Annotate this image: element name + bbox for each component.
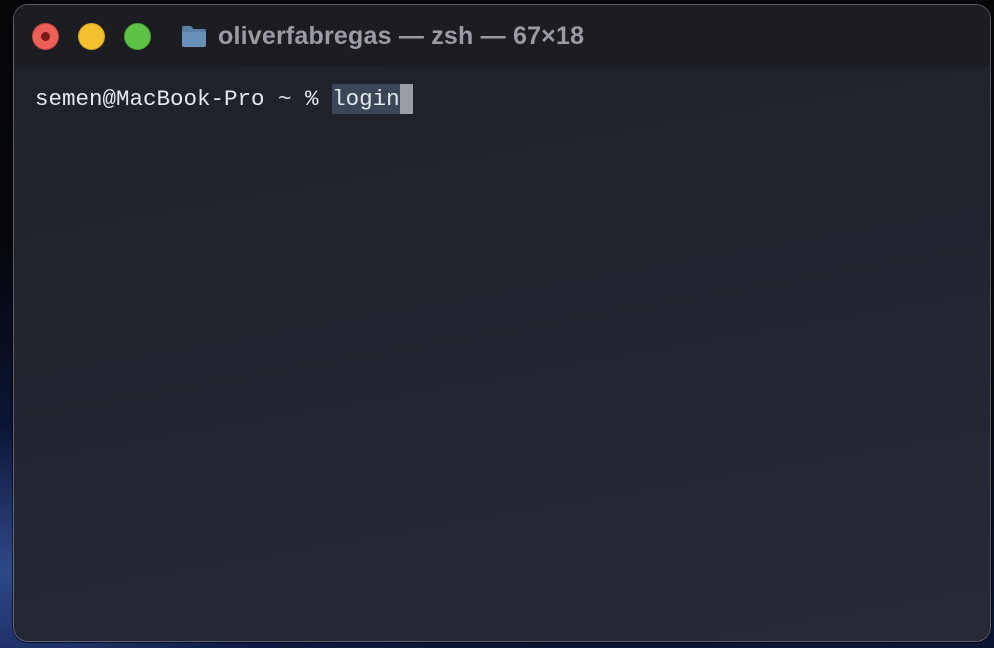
terminal-line: semen@MacBook-Pro ~ % login	[35, 84, 969, 114]
shell-prompt: semen@MacBook-Pro ~ %	[35, 86, 333, 112]
terminal-window[interactable]: oliverfabregas — zsh — 67×18 semen@MacBo…	[14, 5, 990, 641]
folder-icon	[182, 26, 206, 47]
typed-command[interactable]: login	[332, 84, 400, 114]
close-icon	[41, 32, 50, 41]
terminal-output[interactable]: semen@MacBook-Pro ~ % login	[14, 67, 990, 641]
maximize-button[interactable]	[124, 23, 151, 50]
window-title: oliverfabregas — zsh — 67×18	[218, 21, 585, 50]
minimize-button[interactable]	[78, 23, 105, 50]
window-title-group: oliverfabregas — zsh — 67×18	[180, 21, 584, 51]
title-bar[interactable]: oliverfabregas — zsh — 67×18	[14, 5, 990, 67]
close-button[interactable]	[32, 23, 59, 50]
text-cursor	[399, 84, 413, 114]
